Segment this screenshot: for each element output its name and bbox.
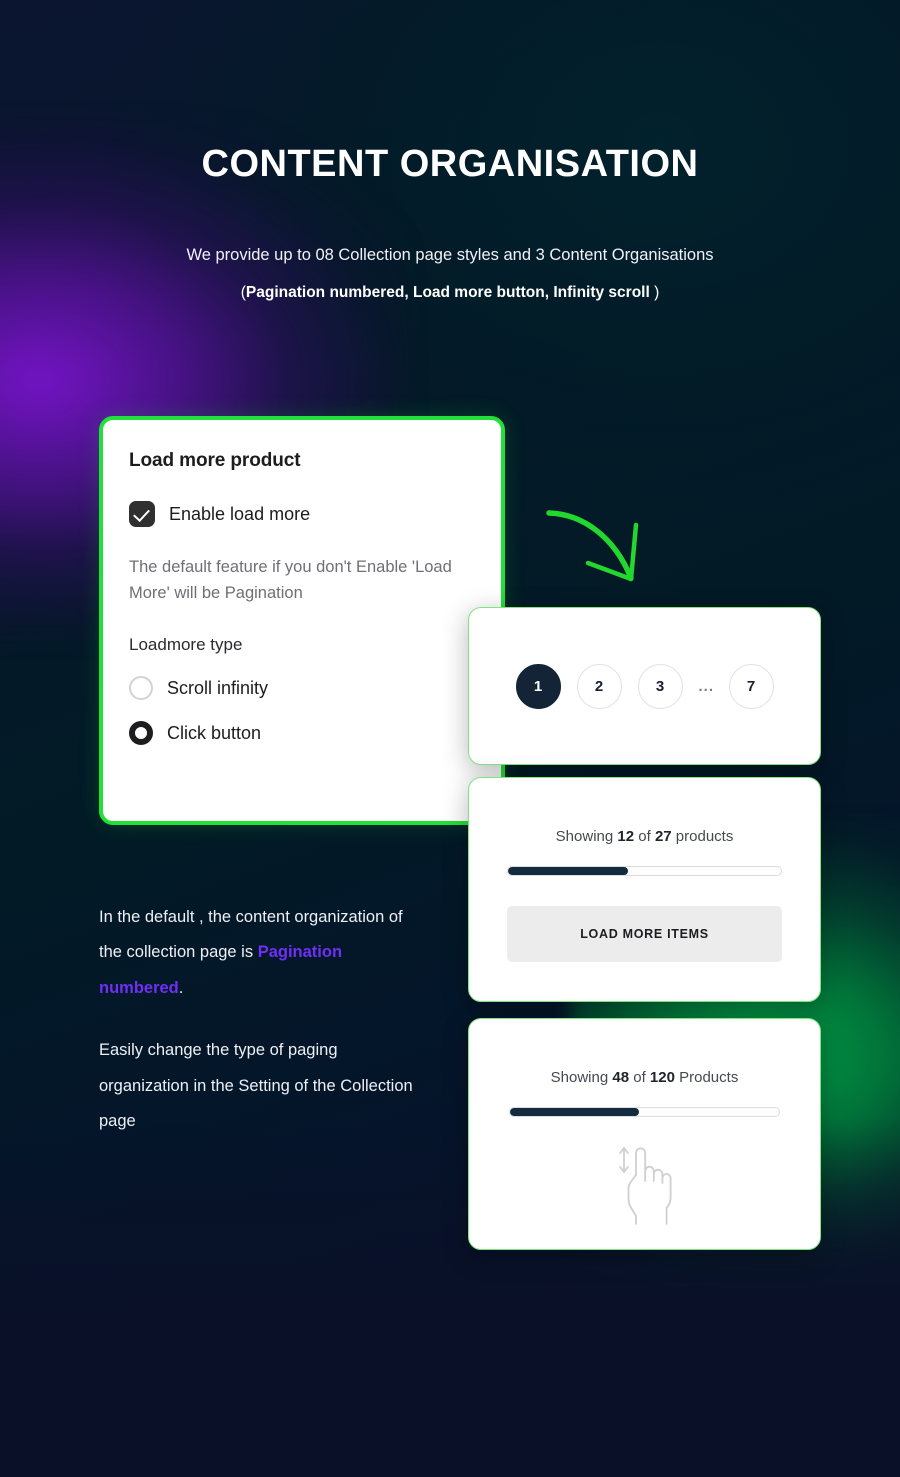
page-title: CONTENT ORGANISATION [201, 143, 699, 185]
load-more-settings-card: Load more product Enable load more The d… [99, 416, 505, 825]
infinity-total-count: 120 [649, 1069, 675, 1086]
pagination-preview-card: 1 2 3 ... 7 [468, 607, 821, 765]
infinity-progress-fill [510, 1108, 640, 1116]
paragraph-change-paging: Easily change the type of paging organiz… [99, 1041, 413, 1131]
radio-option-click-button[interactable]: Click button [129, 721, 475, 746]
loadmore-status-mid: of [634, 828, 655, 845]
infinity-status-text: Showing 48 of 120 Products [551, 1069, 739, 1086]
pagination-control: 1 2 3 ... 7 [515, 663, 774, 709]
pagination-page-2[interactable]: 2 [576, 663, 622, 709]
infinity-status-suffix: Products [674, 1069, 739, 1086]
infinity-status-mid: of [629, 1069, 650, 1086]
header: CONTENT ORGANISATION We provide up to 08… [0, 0, 900, 304]
radio-selected-icon[interactable] [129, 721, 153, 746]
loadmore-shown-count: 12 [617, 828, 635, 845]
radio-unselected-icon[interactable] [129, 676, 153, 701]
infinity-status-prefix: Showing [550, 1069, 613, 1086]
load-more-items-button[interactable]: LOAD MORE ITEMS [507, 906, 782, 962]
pagination-page-last[interactable]: 7 [728, 663, 774, 709]
subtitle-paren-close: ) [649, 283, 660, 301]
paragraph-1-lead: In the default , the content organizatio… [99, 908, 403, 962]
loadmore-status-text: Showing 12 of 27 products [556, 828, 734, 845]
enable-load-more-row[interactable]: Enable load more [129, 501, 475, 527]
loadmore-status-suffix: products [671, 828, 734, 845]
settings-card-title: Load more product [129, 450, 301, 471]
checkbox-checked-icon[interactable] [129, 501, 155, 527]
subtitle-secondary: (Pagination numbered, Load more button, … [0, 282, 900, 304]
paragraph-default-organization: In the default , the content organizatio… [99, 900, 429, 1006]
loadmore-progress-fill [508, 867, 629, 875]
pagination-page-1[interactable]: 1 [515, 663, 561, 709]
settings-description: The default feature if you don't Enable … [129, 558, 452, 603]
radio-label-click-button: Click button [167, 722, 262, 743]
subtitle-primary: We provide up to 08 Collection page styl… [186, 245, 714, 264]
loadmore-total-count: 27 [654, 828, 672, 845]
infinity-progress-track [509, 1107, 780, 1117]
paragraph-1-tail: . [178, 978, 184, 997]
load-more-preview-card: Showing 12 of 27 products LOAD MORE ITEM… [468, 777, 821, 1002]
scroll-hand-icon [618, 1147, 672, 1225]
radio-option-scroll-infinity[interactable]: Scroll infinity [129, 676, 475, 701]
infinity-shown-count: 48 [612, 1069, 630, 1086]
loadmore-progress-track [507, 866, 782, 876]
loadmore-type-label: Loadmore type [129, 635, 243, 655]
infinity-scroll-preview-card: Showing 48 of 120 Products [468, 1018, 821, 1250]
subtitle-highlight: Pagination numbered, Load more button, I… [245, 283, 650, 301]
bottom-description: In the default , the content organizatio… [99, 900, 429, 1140]
enable-load-more-label: Enable load more [169, 503, 311, 524]
radio-label-scroll-infinity: Scroll infinity [167, 677, 269, 698]
pagination-page-3[interactable]: 3 [637, 663, 683, 709]
curved-down-right-arrow-icon [546, 510, 639, 582]
loadmore-status-prefix: Showing [555, 828, 618, 845]
pagination-ellipsis: ... [698, 677, 715, 695]
